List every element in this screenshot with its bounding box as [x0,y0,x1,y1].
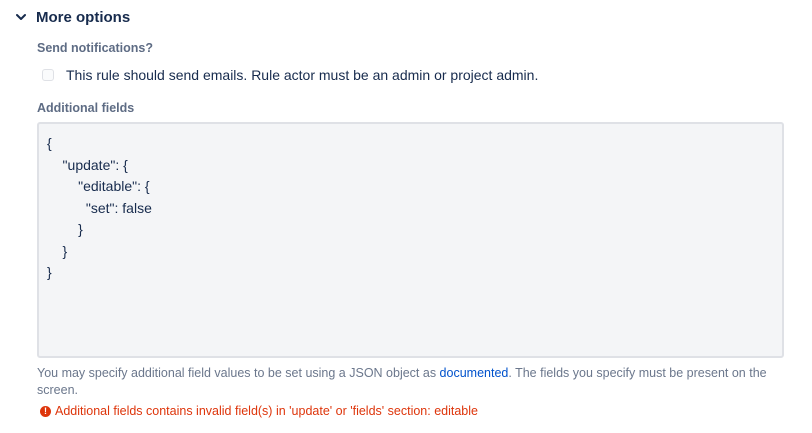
error-icon: ! [40,405,51,417]
additional-fields-label: Additional fields [37,101,135,115]
error-message: Additional fields contains invalid field… [55,404,478,418]
send-emails-checkbox[interactable] [42,69,54,81]
help-text-prefix: You may specify additional field values … [37,366,440,380]
validation-error: ! Additional fields contains invalid fie… [40,404,478,418]
section-title: More options [36,8,131,26]
send-notifications-label: Send notifications? [37,41,153,55]
more-options-panel: More options Send notifications? This ru… [0,0,812,433]
help-text: You may specify additional field values … [37,365,787,398]
chevron-down-icon [14,10,28,24]
send-emails-checkbox-label: This rule should send emails. Rule actor… [66,67,539,83]
documented-link[interactable]: documented [440,366,509,380]
additional-fields-textarea[interactable]: { "update": { "editable": { "set": false… [37,122,784,358]
send-emails-option[interactable]: This rule should send emails. Rule actor… [42,64,538,86]
more-options-toggle[interactable]: More options [14,6,130,28]
